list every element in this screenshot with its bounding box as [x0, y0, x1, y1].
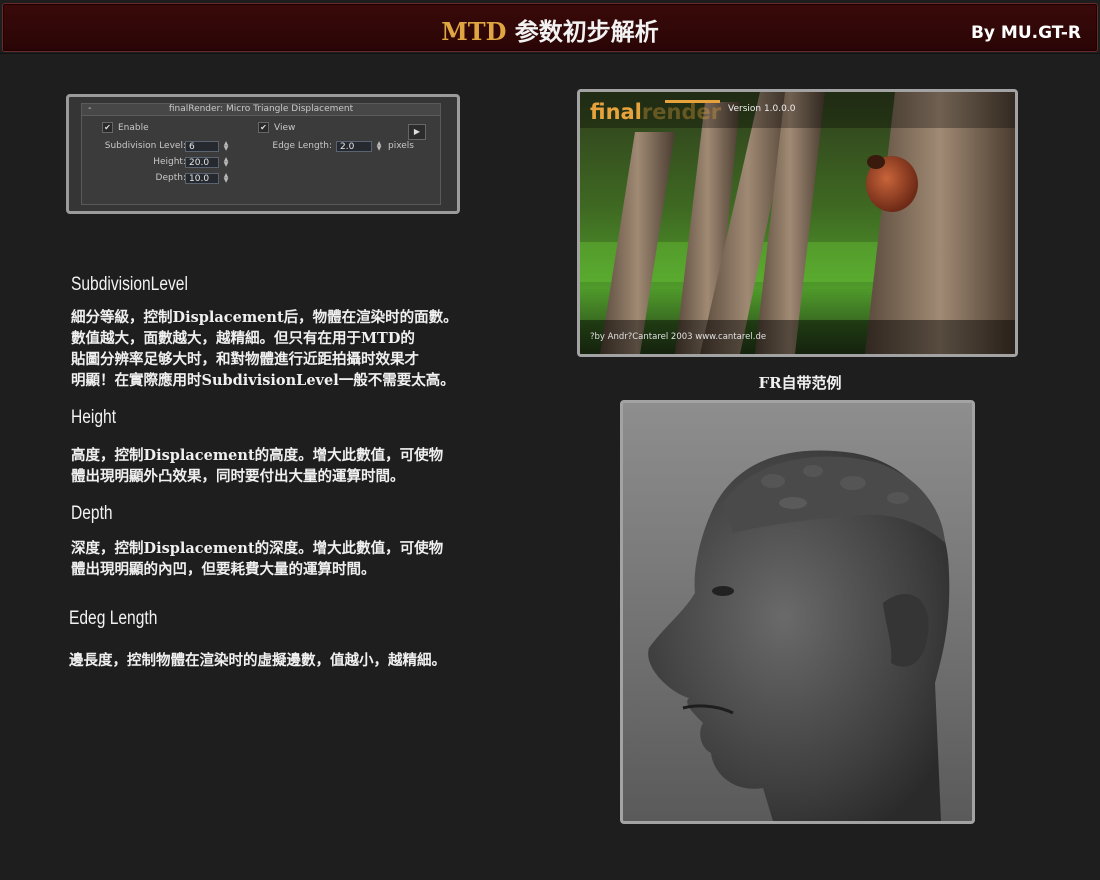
view-checkbox[interactable]: ✔ View	[258, 122, 295, 133]
edge-length-label: Edge Length:	[272, 141, 332, 151]
mtd-panel-screenshot: - finalRender: Micro Triangle Displaceme…	[66, 94, 460, 214]
page-title-text: 参数初步解析	[506, 17, 659, 46]
height-input[interactable]: 20.0	[185, 157, 219, 168]
subdivision-spinner-icon[interactable]: ▲ ▼	[222, 141, 230, 152]
height-label: Height:	[153, 157, 186, 167]
copyright-credit: ?by Andr?Cantarel 2003 www.cantarel.de	[590, 332, 767, 342]
example-caption: FR自带范例	[758, 374, 842, 392]
checkmark-icon: ✔	[102, 122, 113, 133]
height-spinner-icon[interactable]: ▲ ▼	[222, 157, 230, 168]
depth-description: 深度，控制Displacement的深度。增大此數值，可使物 體出現明顯的內凹，…	[71, 540, 444, 578]
finalrender-splash-image: finalrender Version 1.0.0.0 ?by Andr?Can…	[577, 89, 1018, 357]
depth-spinner-icon[interactable]: ▲ ▼	[222, 173, 230, 184]
version-label: Version 1.0.0.0	[728, 104, 796, 114]
subdivision-description: 細分等級，控制Displacement后，物體在渲染时的面數。 數值越大，面數越…	[71, 309, 458, 389]
header-divider	[0, 53, 1100, 54]
rollout-titlebar[interactable]: - finalRender: Micro Triangle Displaceme…	[82, 103, 440, 116]
logo-final: final	[590, 100, 642, 124]
depth-input[interactable]: 10.0	[185, 173, 219, 184]
rollout-title: finalRender: Micro Triangle Displacement	[168, 104, 354, 114]
subdivision-level-label: Subdivision Level:	[104, 141, 186, 151]
finalrender-logo: finalrender	[590, 100, 721, 124]
title-banner: MTD 参数初步解析 By MU.GT-R	[2, 3, 1098, 52]
height-description: 高度，控制Displacement的高度。增大此數值，可使物 體出現明顯外凸效果…	[71, 447, 444, 485]
forest-render-illustration	[580, 92, 1015, 354]
edge-length-unit: pixels	[388, 141, 414, 151]
view-label: View	[274, 122, 296, 133]
displaced-head-illustration	[648, 450, 950, 821]
edge-length-description: 邊長度，控制物體在渲染时的虛擬邊數，值越小，越精細。	[69, 652, 446, 669]
depth-label: Depth:	[155, 173, 186, 183]
mtd-rollout: - finalRender: Micro Triangle Displaceme…	[81, 103, 441, 205]
page-title: MTD 参数初步解析	[3, 12, 1097, 47]
subdivision-heading: SubdivisionLevel	[71, 274, 188, 295]
logo-render: render	[641, 100, 722, 124]
edge-length-heading: Edeg Length	[69, 608, 158, 629]
enable-label: Enable	[118, 122, 149, 133]
enable-checkbox[interactable]: ✔ Enable	[102, 122, 149, 133]
author-credit: By MU.GT-R	[970, 23, 1081, 43]
page-title-mtd: MTD	[441, 17, 507, 46]
arrow-right-button[interactable]: ▶	[408, 124, 426, 140]
depth-heading: Depth	[71, 503, 113, 524]
height-heading: Height	[71, 407, 117, 428]
subdivision-level-input[interactable]: 6	[185, 141, 219, 152]
edge-length-input[interactable]: 2.0	[336, 141, 372, 152]
checkmark-icon: ✔	[258, 122, 269, 133]
head-render-image	[620, 400, 975, 824]
edge-length-spinner-icon[interactable]: ▲ ▼	[375, 141, 383, 152]
